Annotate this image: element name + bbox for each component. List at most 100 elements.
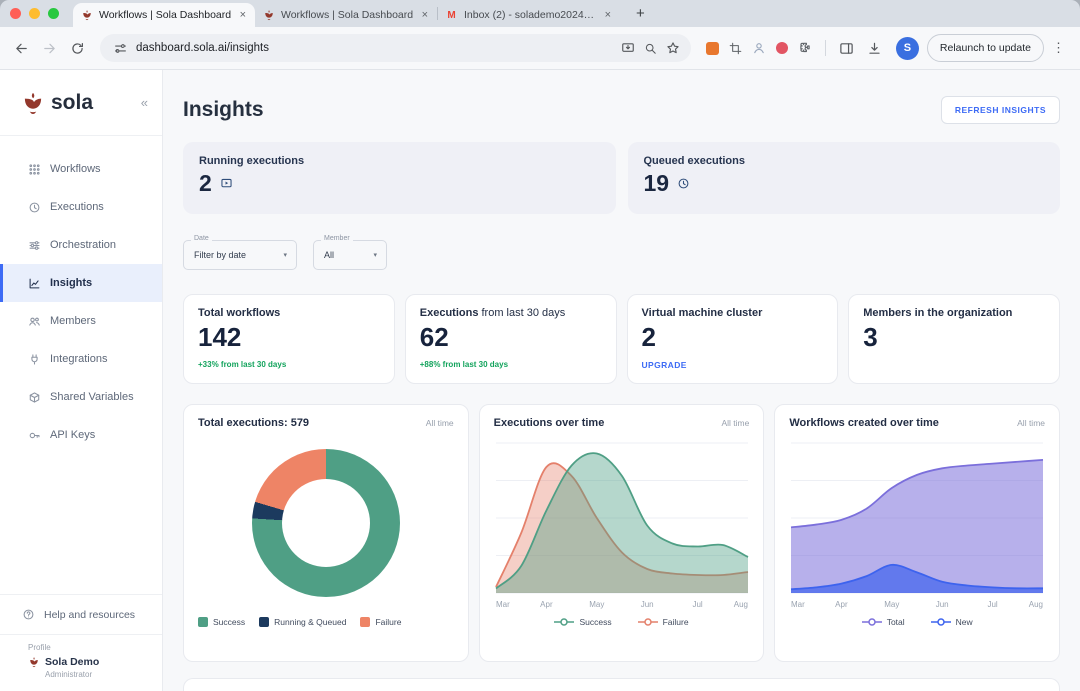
key-icon — [28, 429, 41, 442]
execution-summary-cards: Running executions 2 Queued executions 1… — [183, 142, 1060, 214]
crop-extension-icon[interactable] — [729, 42, 742, 55]
bookmark-star-icon[interactable] — [666, 41, 680, 55]
profile-block[interactable]: Profile Sola Demo Administrator — [0, 634, 162, 691]
legend-item[interactable]: Failure — [360, 617, 401, 627]
workflows-area-chart: Mar Apr May Jun Jul Aug — [789, 435, 1045, 611]
sidebar-item-integrations[interactable]: Integrations — [0, 340, 162, 378]
date-filter-select[interactable]: Date Filter by date ▾ — [183, 235, 297, 270]
stat-card-title: Virtual machine cluster — [641, 307, 763, 319]
refresh-insights-button[interactable]: REFRESH INSIGHTS — [940, 96, 1060, 124]
legend-label: Failure — [662, 617, 689, 627]
member-filter-select[interactable]: Member All ▾ — [313, 235, 387, 270]
legend-item[interactable]: Failure — [637, 617, 689, 627]
new-tab-button[interactable]: + — [630, 5, 651, 22]
relaunch-to-update-button[interactable]: Relaunch to update — [926, 34, 1044, 62]
legend-label: Success — [213, 617, 246, 627]
total-executions-chart-card: Total executions: 579 All time Success Ru… — [183, 404, 469, 662]
zoom-icon[interactable] — [644, 42, 657, 55]
tab-title: Workflows | Sola Dashboard — [281, 9, 414, 21]
clock-icon — [28, 201, 41, 214]
legend-swatch — [360, 617, 371, 627]
downloads-icon[interactable] — [862, 35, 888, 61]
stat-card-delta: +33% from last 30 days — [198, 360, 287, 369]
person-extension-icon[interactable] — [752, 41, 766, 55]
legend-label: New — [955, 617, 973, 627]
legend-item[interactable]: Total — [861, 617, 905, 627]
red-extension-icon[interactable] — [775, 42, 788, 54]
sola-logo-text: sola — [51, 90, 94, 114]
sidebar-item-label: Shared Variables — [50, 391, 134, 403]
queued-executions-card: Queued executions 19 — [627, 142, 1060, 214]
sidebar-item-label: API Keys — [50, 429, 96, 441]
legend-label: Total — [886, 617, 905, 627]
people-icon — [28, 315, 41, 328]
logo-row: sola « — [0, 70, 162, 136]
back-button[interactable] — [8, 35, 34, 61]
chart-title: Total executions: 579 — [198, 417, 310, 429]
sidebar-item-members[interactable]: Members — [0, 302, 162, 340]
sidebar-item-label: Orchestration — [50, 239, 117, 251]
install-app-icon[interactable] — [621, 41, 635, 55]
zoom-window-button[interactable] — [48, 8, 59, 19]
site-settings-icon[interactable] — [111, 39, 129, 57]
browser-tab[interactable]: M Inbox (2) - solademo2024@g × — [438, 3, 620, 27]
queued-executions-label: Queued executions — [643, 155, 745, 167]
tab-close-button[interactable]: × — [420, 9, 430, 21]
legend-item[interactable]: Success — [554, 617, 612, 627]
sidebar-item-api-keys[interactable]: API Keys — [0, 416, 162, 454]
minimize-window-button[interactable] — [29, 8, 40, 19]
sidebar-item-label: Executions — [50, 201, 104, 213]
forward-button[interactable] — [36, 35, 62, 61]
page-title: Insights — [183, 98, 264, 121]
orange-extension-icon[interactable] — [705, 41, 719, 55]
sidebar-item-orchestration[interactable]: Orchestration — [0, 226, 162, 264]
sola-logo-icon — [20, 90, 46, 116]
address-bar[interactable]: dashboard.sola.ai/insights — [100, 34, 691, 62]
svg-text:Mar: Mar — [791, 600, 805, 609]
sidebar-item-insights[interactable]: Insights — [0, 264, 162, 302]
side-panel-icon[interactable] — [834, 35, 860, 61]
page-header: Insights REFRESH INSIGHTS — [183, 96, 1060, 124]
sidebar-menu: Workflows Executions Orchestration Insights… — [0, 136, 162, 454]
chart-range-label: All time — [721, 418, 750, 428]
browser-menu-icon[interactable]: ⋮ — [1046, 40, 1068, 56]
svg-text:Apr: Apr — [540, 600, 553, 609]
tab-close-button[interactable]: × — [603, 9, 613, 21]
tab-list: Workflows | Sola Dashboard × Workflows | S… — [73, 0, 620, 27]
sidebar-item-shared-variables[interactable]: Shared Variables — [0, 378, 162, 416]
legend-item[interactable]: New — [930, 617, 973, 627]
close-window-button[interactable] — [10, 8, 21, 19]
browser-tab[interactable]: Workflows | Sola Dashboard × — [255, 3, 437, 27]
tab-close-button[interactable]: × — [238, 9, 248, 21]
profile-avatar[interactable]: S — [895, 36, 919, 60]
app-area: sola « Workflows Executions Orchestration I… — [0, 70, 1080, 691]
help-and-resources[interactable]: Help and resources — [0, 594, 162, 634]
extensions-puzzle-icon[interactable] — [798, 41, 812, 55]
extensions-cluster — [705, 41, 812, 55]
stat-card: Members in the organization 3 — [848, 294, 1060, 384]
legend-item[interactable]: Success — [198, 617, 245, 627]
svg-text:Aug: Aug — [1029, 600, 1043, 609]
stat-card-title: Members in the organization — [863, 307, 1013, 319]
donut-chart — [251, 449, 400, 597]
sidebar-item-workflows[interactable]: Workflows — [0, 150, 162, 188]
browser-tab[interactable]: Workflows | Sola Dashboard × — [73, 3, 255, 27]
svg-text:Jun: Jun — [640, 600, 653, 609]
grid-icon — [28, 163, 41, 176]
toolbar-divider — [824, 40, 826, 56]
sola-favicon — [262, 9, 275, 21]
executions-area-chart: Mar Apr May Jun Jul Aug — [494, 435, 750, 611]
profile-section-label: Profile — [28, 643, 51, 652]
reload-button[interactable] — [64, 35, 90, 61]
upgrade-link[interactable]: UPGRADE — [642, 360, 824, 370]
sidebar-item-label: Integrations — [50, 353, 108, 365]
sidebar-item-executions[interactable]: Executions — [0, 188, 162, 226]
url-text: dashboard.sola.ai/insights — [136, 42, 269, 54]
legend-item[interactable]: Running & Queued — [259, 617, 346, 627]
stat-card: Executions from last 30 days 62 +88% from … — [404, 294, 617, 384]
gmail-favicon: M — [447, 9, 456, 21]
stat-card: Virtual machine cluster 2 UPGRADE — [626, 294, 839, 384]
legend-label: Success — [579, 617, 612, 627]
running-play-icon — [220, 177, 233, 190]
sidebar-collapse-button[interactable]: « — [141, 95, 148, 110]
